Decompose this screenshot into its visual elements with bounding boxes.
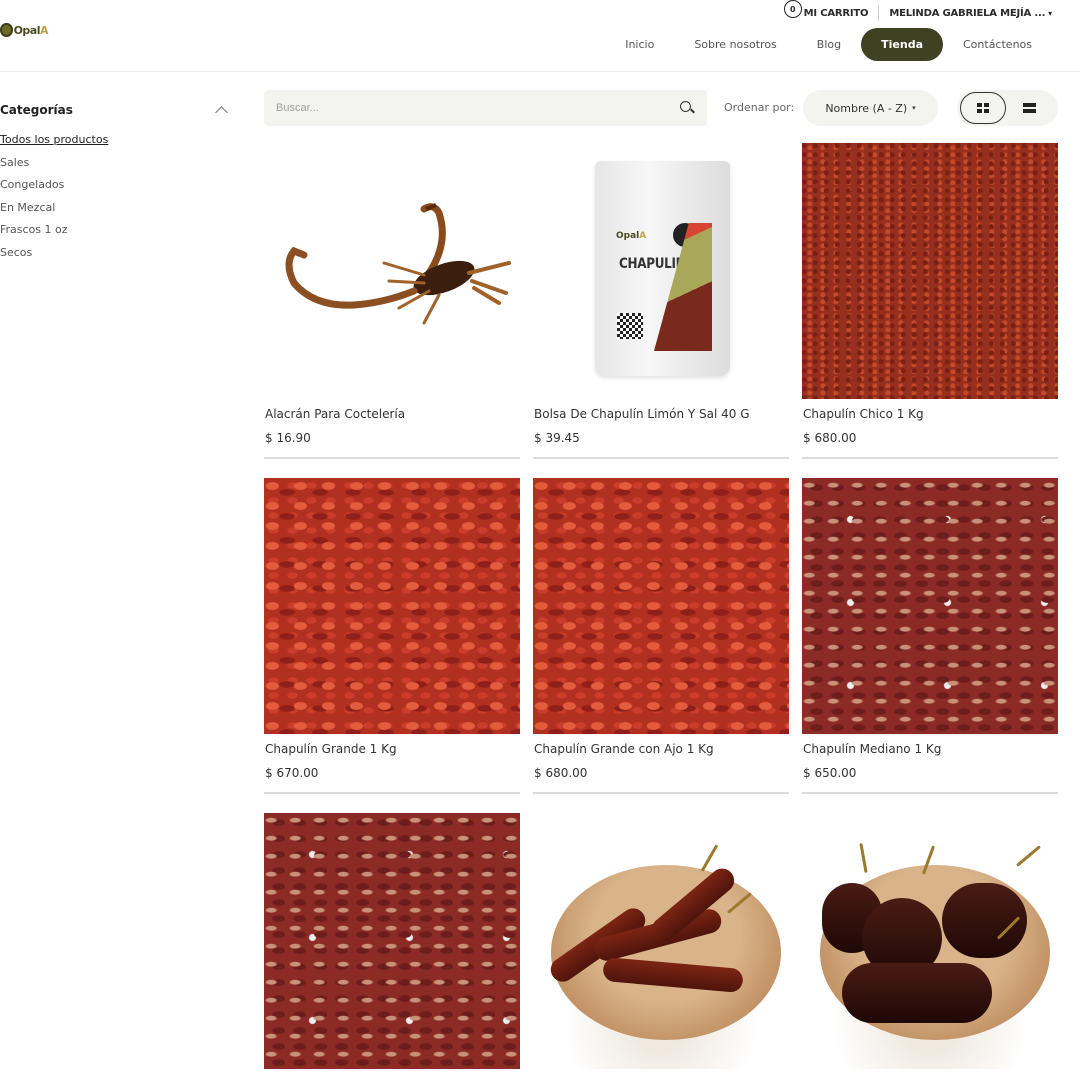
product-name[interactable]: Alacrán Para Coctelería (265, 407, 405, 421)
product-image-grasshoppers-small[interactable] (802, 143, 1058, 399)
cart-label: MI CARRITO (803, 7, 869, 19)
product-name[interactable]: Chapulín Chico 1 Kg (803, 407, 924, 421)
grid-view-button[interactable] (960, 92, 1006, 124)
divider (264, 792, 520, 794)
sort-label: Ordenar por: (724, 101, 795, 114)
chevron-down-icon: ▾ (1048, 8, 1052, 18)
product-image-grasshoppers-large[interactable] (264, 478, 520, 734)
top-bar: 0 MI CARRITO MELINDA GABRIELA MEJÍA ... ▾ (783, 0, 1052, 24)
category-congelados[interactable]: Congelados (0, 177, 232, 200)
list-icon (1022, 103, 1036, 113)
product-price: $ 39.45 (534, 431, 580, 445)
product-image-grasshoppers-medium[interactable] (802, 478, 1058, 734)
package-image: OpalA CHAPULIN (595, 161, 730, 376)
product-price: $ 680.00 (803, 431, 857, 445)
nav-inicio[interactable]: Inicio (605, 28, 674, 61)
nav-tienda[interactable]: Tienda (861, 28, 943, 61)
categories-header[interactable]: Categorías (0, 100, 232, 120)
category-sidebar: Categorías Todos los productos Sales Con… (0, 100, 232, 267)
nav-blog[interactable]: Blog (797, 28, 861, 61)
product-name[interactable]: Chapulín Mediano 1 Kg (803, 742, 941, 756)
search-input[interactable] (276, 102, 679, 114)
product-price: $ 650.00 (803, 766, 857, 780)
divider (264, 457, 520, 459)
logo-text-b: A (39, 23, 49, 37)
product-card[interactable] (533, 813, 789, 1069)
search-box (264, 90, 707, 126)
category-sales[interactable]: Sales (0, 155, 232, 178)
product-name[interactable]: Chapulín Grande con Ajo 1 Kg (534, 742, 714, 756)
user-menu[interactable]: MELINDA GABRIELA MEJÍA ... ▾ (889, 8, 1052, 19)
search-icon[interactable] (679, 100, 695, 116)
product-name[interactable]: Chapulín Grande 1 Kg (265, 742, 397, 756)
divider (533, 457, 789, 459)
category-secos[interactable]: Secos (0, 245, 232, 268)
divider (802, 457, 1058, 459)
chevron-down-icon: ▾ (912, 104, 916, 112)
nav-contactenos[interactable]: Contáctenos (943, 28, 1052, 61)
grid-icon (977, 103, 989, 113)
sort-dropdown[interactable]: Nombre (A - Z) ▾ (803, 90, 938, 126)
product-price: $ 670.00 (265, 766, 319, 780)
main-nav: Inicio Sobre nosotros Blog Tienda Contác… (605, 28, 1052, 61)
qr-code-icon (617, 313, 643, 339)
divider (802, 792, 1058, 794)
product-card[interactable] (264, 813, 520, 1069)
category-todos[interactable]: Todos los productos (0, 132, 232, 155)
product-image-dark-chili[interactable] (802, 813, 1058, 1069)
bag-label: CHAPULIN (619, 254, 686, 272)
site-header: OpalA 0 MI CARRITO MELINDA GABRIELA MEJÍ… (0, 0, 1080, 72)
product-image-scorpion[interactable] (264, 143, 520, 399)
category-list: Todos los productos Sales Congelados En … (0, 132, 232, 267)
product-card[interactable] (802, 813, 1058, 1069)
product-card[interactable]: Chapulín Mediano 1 Kg $ 650.00 (802, 478, 1058, 794)
divider (533, 792, 789, 794)
product-price: $ 16.90 (265, 431, 311, 445)
scorpion-image (285, 203, 511, 325)
product-image-grasshoppers-medium[interactable] (264, 813, 520, 1069)
sort-value: Nombre (A - Z) (825, 101, 908, 115)
logo-text-a: Opal (13, 23, 41, 37)
cart-link[interactable]: 0 MI CARRITO (783, 0, 869, 19)
user-name: MELINDA GABRIELA MEJÍA ... (889, 7, 1046, 19)
product-image-chapulin-bag[interactable]: OpalA CHAPULIN (533, 143, 789, 399)
product-price: $ 680.00 (534, 766, 588, 780)
categories-title: Categorías (0, 103, 73, 117)
product-image-grasshoppers-large[interactable] (533, 478, 789, 734)
category-en-mezcal[interactable]: En Mezcal (0, 200, 232, 223)
divider (878, 5, 880, 21)
list-view-button[interactable] (1006, 92, 1052, 124)
cart-count-badge: 0 (783, 0, 802, 18)
logo[interactable]: OpalA (0, 16, 49, 44)
chevron-up-icon[interactable] (215, 105, 228, 119)
product-image-dried-chili[interactable] (533, 813, 789, 1069)
nav-sobre-nosotros[interactable]: Sobre nosotros (674, 28, 796, 61)
logo-mark-icon (0, 23, 13, 37)
view-toggle (957, 90, 1058, 126)
product-card[interactable]: Chapulín Grande con Ajo 1 Kg $ 680.00 (533, 478, 789, 794)
product-card[interactable]: Chapulín Chico 1 Kg $ 680.00 (802, 143, 1058, 459)
product-card[interactable]: Alacrán Para Coctelería $ 16.90 (264, 143, 520, 459)
product-card[interactable]: OpalA CHAPULIN Bolsa De Chapulín Limón Y… (533, 143, 789, 459)
category-frascos[interactable]: Frascos 1 oz (0, 222, 232, 245)
product-card[interactable]: Chapulín Grande 1 Kg $ 670.00 (264, 478, 520, 794)
product-name[interactable]: Bolsa De Chapulín Limón Y Sal 40 G (534, 407, 750, 421)
